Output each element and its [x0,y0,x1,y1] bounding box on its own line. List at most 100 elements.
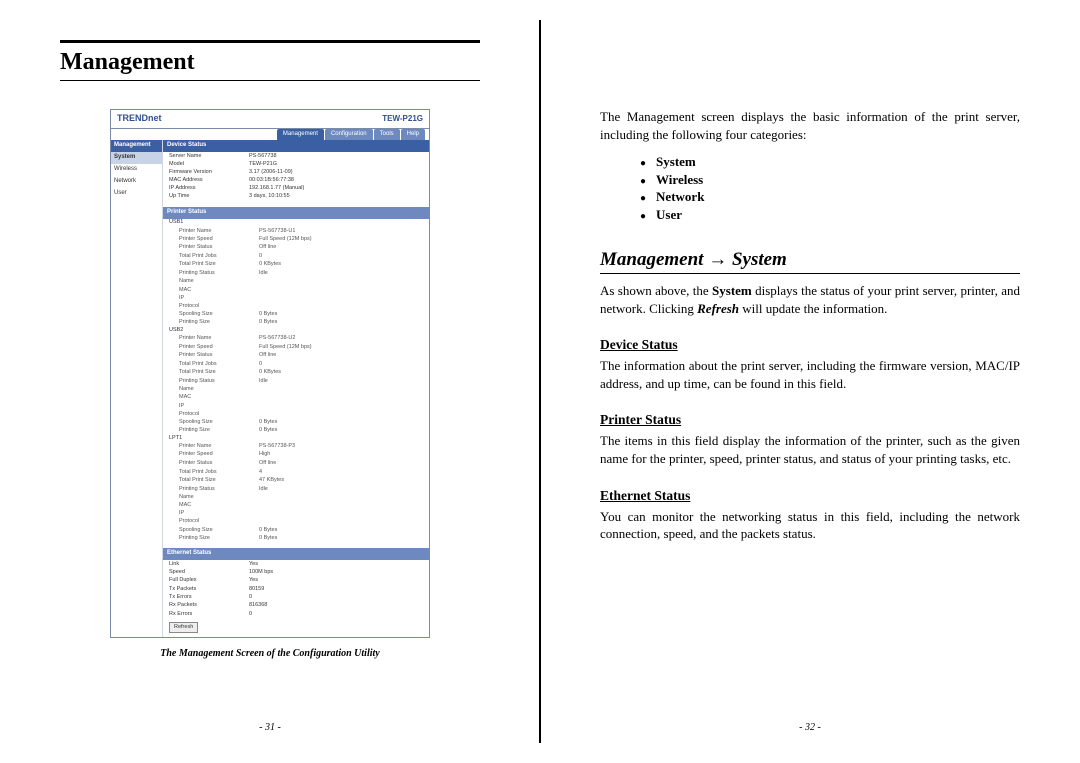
usb1-row: USB1 [163,219,429,227]
printer-status-paragraph: The items in this field display the info… [600,432,1020,467]
kv-row: Total Print Size0 KBytes [173,261,429,269]
sidebar-item-wireless[interactable]: Wireless [111,164,162,176]
heading-printer-status: Printer Status [600,412,1020,428]
heading-management-system: Management → System [600,249,1020,274]
kv-row: Spooling Size0 Bytes [173,310,429,318]
kv-row: Protocol [173,518,429,526]
kv-row: Spooling Size0 Bytes [173,418,429,426]
bullet-wireless: Wireless [640,171,1020,189]
category-bullets: System Wireless Network User [640,153,1020,223]
kv-row: Up Time3 days, 10:10:55 [163,193,429,201]
kv-row: Speed100M bps [163,568,429,576]
kv-row: IP Address192.168.1.77 (Manual) [163,185,429,193]
kv-row: Printer NamePS-567738-U2 [173,335,429,343]
kv-row: MAC [173,394,429,402]
refresh-button[interactable]: Refresh [169,622,198,633]
kv-row: IP [173,510,429,518]
kv-row: Rx Packets816368 [163,602,429,610]
screenshot-figure: TRENDnet TEW-P21G Management Configurati… [110,109,430,659]
kv-row: Printer SpeedFull Speed (12M bps) [173,235,429,243]
kv-row: Printing Size0 Bytes [173,426,429,434]
lpt1-block: Printer NamePS-567738-P3Printer SpeedHig… [163,443,429,543]
kv-row: Total Print Size47 KBytes [173,476,429,484]
page-number-right: - 32 - [540,722,1080,733]
bullet-network: Network [640,188,1020,206]
ethernet-status-paragraph: You can monitor the networking status in… [600,508,1020,543]
ethernet-status-bar: Ethernet Status [163,548,429,560]
sidebar-item-system[interactable]: System [111,152,162,164]
kv-row: Printing StatusIdle [173,378,429,386]
kv-row: Spooling Size0 Bytes [173,526,429,534]
kv-row: Printer NamePS-567738-U1 [173,227,429,235]
kv-row: Printing StatusIdle [173,485,429,493]
device-model: TEW-P21G [382,114,423,124]
bullet-system: System [640,153,1020,171]
kv-row: Printer NamePS-567738-P3 [173,443,429,451]
tab-help[interactable]: Help [401,129,425,141]
usb1-block: Printer NamePS-567738-U1Printer SpeedFul… [163,227,429,327]
device-status-paragraph: The information about the print server, … [600,357,1020,392]
kv-row: Printer StatusOff line [173,459,429,467]
tab-management[interactable]: Management [277,129,324,141]
rule-top [60,40,480,43]
tab-tools[interactable]: Tools [374,129,400,141]
shot-main: Device Status Server NamePS-567738ModelT… [163,140,429,637]
kv-row: Printer SpeedFull Speed (12M bps) [173,343,429,351]
heading-management: Management [60,47,480,80]
page-right: The Management screen displays the basic… [540,0,1080,763]
shot-sidebar: Management System Wireless Network User [111,140,163,637]
kv-row: MAC [173,286,429,294]
device-status-bar: Device Status [163,140,429,152]
bullet-user: User [640,206,1020,224]
kv-row: Total Print Jobs0 [173,360,429,368]
kv-row: Full DuplexYes [163,576,429,584]
tab-configuration[interactable]: Configuration [325,129,373,141]
ethernet-block: LinkYesSpeed100M bpsFull DuplexYes Tx Pac… [163,560,429,618]
kv-row: Protocol [173,410,429,418]
sidebar-item-user[interactable]: User [111,188,162,200]
kv-row: Total Print Jobs0 [173,252,429,260]
kv-row: Printing Size0 Bytes [173,319,429,327]
kv-row: Printer SpeedHigh [173,451,429,459]
brand-logo: TRENDnet [117,113,162,125]
kv-row: Printer StatusOff line [173,243,429,251]
sidebar-list: System Wireless Network User [111,152,162,199]
kv-row: IP [173,294,429,302]
figure-caption: The Management Screen of the Configurati… [110,648,430,659]
kv-row: Rx Errors0 [163,610,429,618]
page-number-left: - 31 - [0,722,540,733]
kv-row: Total Print Size0 KBytes [173,368,429,376]
heading-ethernet-status: Ethernet Status [600,488,1020,504]
arrow-icon: → [708,249,727,270]
kv-row: IP [173,402,429,410]
shot-header: TRENDnet TEW-P21G [111,110,429,129]
lpt1-row: LPT1 [163,435,429,443]
kv-row: Printing Size0 Bytes [173,534,429,542]
top-tabs: Management Configuration Tools Help [111,129,429,141]
config-utility-screenshot: TRENDnet TEW-P21G Management Configurati… [110,109,430,638]
kv-row: Printing StatusIdle [173,270,429,278]
kv-row: Printer StatusOff line [173,351,429,359]
heading-device-status: Device Status [600,337,1020,353]
sidebar-title: Management [111,140,162,152]
page-left: Management TRENDnet TEW-P21G Management … [0,0,540,763]
kv-row: ModelTEW-P21G [163,160,429,168]
shot-body: Management System Wireless Network User … [111,140,429,637]
kv-row: MAC Address00:03:1B:56:77:38 [163,177,429,185]
printer-status-bar: Printer Status [163,207,429,219]
kv-row: Tx Packets80159 [163,586,429,594]
kv-row: Protocol [173,302,429,310]
kv-row: Firmware Version3.17 (2006-11-09) [163,169,429,177]
sidebar-item-network[interactable]: Network [111,176,162,188]
kv-row: Total Print Jobs4 [173,468,429,476]
usb2-row: USB2 [163,327,429,335]
kv-row: Name [173,278,429,286]
device-status-block: Server NamePS-567738ModelTEW-P21GFirmwar… [163,152,429,201]
intro-paragraph: The Management screen displays the basic… [600,108,1020,143]
system-paragraph: As shown above, the System displays the … [600,282,1020,317]
usb2-block: Printer NamePS-567738-U2Printer SpeedFul… [163,335,429,435]
kv-row: MAC [173,502,429,510]
kv-row: Name [173,494,429,502]
kv-row: LinkYes [163,560,429,568]
kv-row: Name [173,386,429,394]
